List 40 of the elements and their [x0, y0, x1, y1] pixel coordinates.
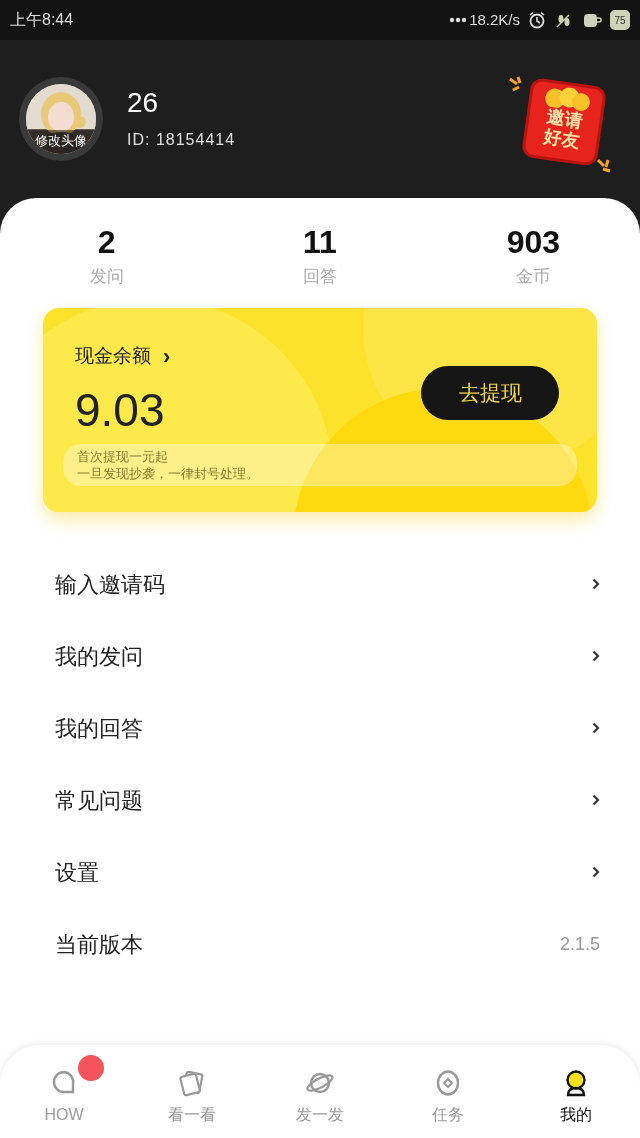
user-id: ID: 18154414	[127, 130, 236, 150]
avatar-caption: 修改头像	[35, 132, 87, 150]
alarm-icon	[528, 11, 546, 29]
menu-item[interactable]: 常见问题	[0, 764, 640, 836]
avatar[interactable]: 修改头像	[19, 77, 103, 161]
battery-icon: 75	[610, 10, 630, 30]
person-icon	[564, 1069, 588, 1097]
user-name: 26	[127, 86, 160, 120]
network-speed: 18.2K/s	[469, 9, 520, 30]
chevron-icon	[592, 650, 600, 662]
stat-label: 发问	[89, 266, 124, 288]
menu-item[interactable]: 设置	[0, 836, 640, 908]
tab[interactable]: 我的	[512, 1045, 640, 1138]
status-time: 上午8:44	[10, 10, 74, 30]
menu-item[interactable]: 当前版本 2.1.5	[0, 908, 640, 980]
stat-value: 2	[97, 224, 116, 260]
menu-item[interactable]: 我的发问	[0, 620, 640, 692]
chevron-icon	[592, 578, 600, 590]
version-number: 2.1.5	[559, 932, 600, 956]
more-icon	[449, 17, 468, 23]
notice-text: 一旦发现抄袭，一律封号处理。	[77, 465, 260, 482]
chevron-icon	[592, 722, 600, 734]
coin-icon	[435, 1069, 461, 1097]
balance-amount: 9.03	[75, 385, 165, 435]
stat-value: 903	[506, 224, 560, 260]
chevron-icon	[592, 794, 600, 806]
chevron-icon	[592, 866, 600, 878]
invite-friends-button[interactable]: 邀请好友	[520, 77, 608, 167]
menu-item[interactable]: 输入邀请码	[0, 548, 640, 620]
withdraw-button[interactable]: 去提现	[421, 366, 559, 420]
stat-label: 金币	[516, 266, 551, 288]
balance-title: 现金余额	[75, 344, 151, 369]
cup-icon	[582, 11, 602, 29]
sparkle-icon	[596, 158, 612, 174]
stat-label: 回答	[303, 266, 337, 288]
cards-icon	[178, 1069, 206, 1097]
chevron-icon: ›	[163, 340, 171, 373]
notice-text: 首次提现一元起	[77, 448, 169, 465]
menu-item[interactable]: 我的回答	[0, 692, 640, 764]
stat-value: 11	[303, 224, 337, 260]
